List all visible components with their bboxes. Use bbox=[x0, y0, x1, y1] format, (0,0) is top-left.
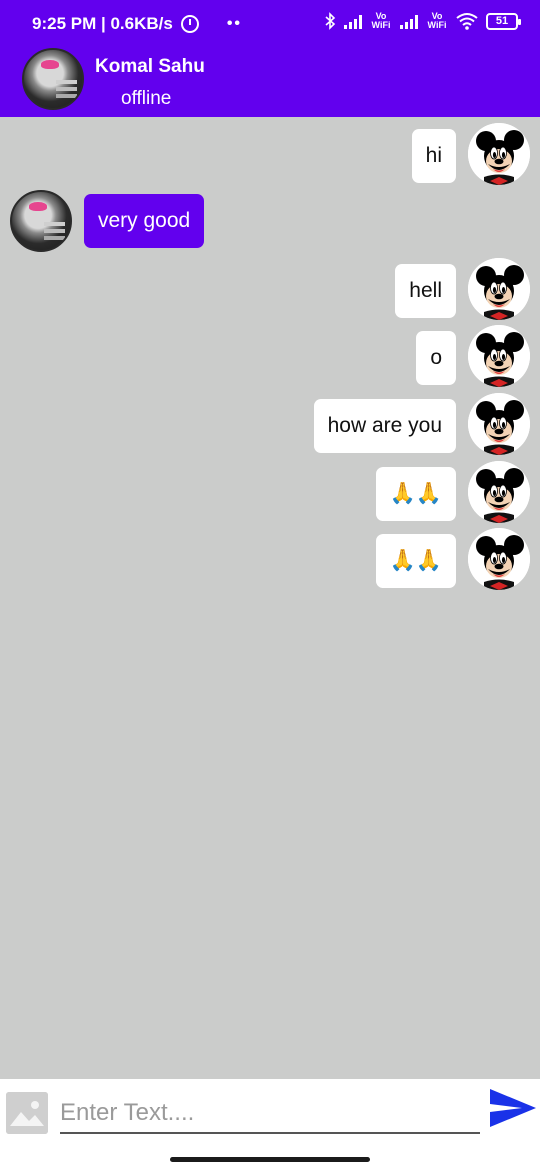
bluetooth-icon bbox=[325, 12, 336, 30]
signal-icon bbox=[400, 13, 418, 29]
sent-message-bubble[interactable]: o bbox=[416, 331, 456, 385]
sent-message-bubble[interactable]: hi bbox=[411, 129, 456, 183]
contact-avatar[interactable] bbox=[22, 48, 84, 110]
contact-status: offline bbox=[121, 88, 172, 109]
chat-header: Komal Sahu offline bbox=[0, 46, 540, 117]
wifi-icon bbox=[456, 13, 478, 30]
signal-icon bbox=[344, 13, 362, 29]
vowifi-label: Vo WiFi bbox=[371, 11, 391, 30]
send-icon[interactable] bbox=[488, 1087, 538, 1129]
my-avatar bbox=[468, 528, 530, 590]
more-notifications-icon: •• bbox=[226, 15, 243, 32]
sent-message-bubble[interactable]: 🙏🙏 bbox=[375, 534, 456, 588]
my-avatar bbox=[468, 325, 530, 387]
my-avatar bbox=[468, 258, 530, 320]
home-indicator[interactable] bbox=[170, 1157, 370, 1162]
my-avatar bbox=[468, 393, 530, 455]
status-time-speed: 9:25 PM | 0.6KB/s bbox=[32, 14, 173, 33]
sent-message-bubble[interactable]: 🙏🙏 bbox=[375, 467, 456, 521]
received-message-bubble[interactable]: very good bbox=[84, 194, 205, 248]
message-input[interactable] bbox=[60, 1094, 480, 1134]
contact-name[interactable]: Komal Sahu bbox=[95, 56, 205, 78]
sent-message-bubble[interactable]: how are you bbox=[313, 399, 456, 453]
my-avatar bbox=[468, 461, 530, 523]
message-composer bbox=[0, 1079, 540, 1170]
contact-avatar bbox=[10, 190, 72, 252]
sent-message-bubble[interactable]: hell bbox=[395, 264, 456, 318]
battery-icon: 51 bbox=[486, 12, 521, 30]
vowifi-label: Vo WiFi bbox=[427, 11, 447, 30]
alarm-icon bbox=[180, 15, 199, 33]
image-icon[interactable] bbox=[6, 1092, 48, 1134]
my-avatar bbox=[468, 123, 530, 185]
status-bar: 9:25 PM | 0.6KB/s •• Vo WiFi Vo WiFi 51 bbox=[0, 0, 540, 46]
